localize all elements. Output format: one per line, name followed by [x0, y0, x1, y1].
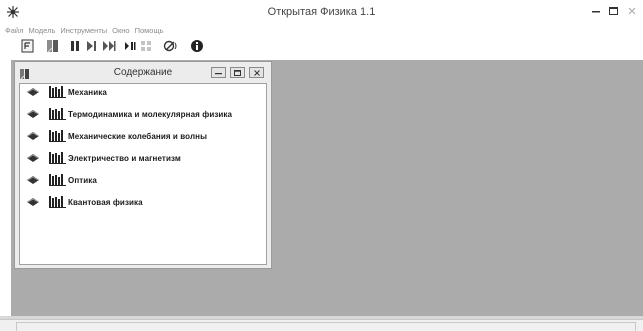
menu-model[interactable]: Модель [28, 24, 55, 38]
menu-window[interactable]: Окно [112, 24, 129, 38]
bookmark-button[interactable] [44, 39, 62, 58]
tree-item-thermodynamics[interactable]: Термодинамика и молекулярная физика [26, 107, 232, 121]
maximize-button[interactable] [604, 2, 622, 20]
play-icon [102, 39, 116, 57]
library-icon [49, 86, 66, 98]
child-restore-button[interactable] [230, 67, 245, 78]
step-forward-icon [124, 39, 136, 57]
grid-button[interactable] [139, 40, 153, 56]
library-icon [49, 196, 66, 208]
tree-item-label: Механика [68, 87, 107, 97]
contents-window-titlebar[interactable]: Содержание [15, 62, 271, 82]
tree-item-label: Механические колебания и волны [68, 131, 208, 141]
toolbar [0, 38, 643, 58]
grid-icon [140, 39, 152, 57]
child-minimize-button[interactable] [211, 67, 226, 78]
tree-item-mechanics[interactable]: Механика [26, 85, 107, 99]
play-button[interactable] [100, 40, 118, 56]
info-icon [190, 39, 204, 58]
bookmark-icon [46, 39, 60, 58]
contents-icon [21, 39, 34, 58]
pause-icon [70, 39, 80, 57]
tree-item-label: Электричество и магнетизм [68, 153, 181, 163]
tree-item-oscillations-waves[interactable]: Механические колебания и волны [26, 129, 207, 143]
step-icon [85, 39, 97, 57]
library-icon [49, 174, 66, 186]
title-bar: Открытая Физика 1.1 [0, 0, 643, 24]
book-icon [26, 86, 40, 98]
audio-button[interactable] [162, 40, 180, 56]
pause-button[interactable] [68, 40, 82, 56]
library-icon [49, 130, 66, 142]
step-button[interactable] [83, 40, 99, 56]
book-icon [26, 108, 40, 120]
step-forward-button[interactable] [123, 40, 137, 56]
menu-help[interactable]: Помощь [135, 24, 164, 38]
menu-bar: Файл Модель Инструменты Окно Помощь [0, 24, 643, 38]
book-icon [26, 130, 40, 142]
tree-item-optics[interactable]: Оптика [26, 173, 97, 187]
status-bar [0, 319, 643, 331]
window-title: Открытая Физика 1.1 [267, 6, 376, 18]
library-icon [49, 108, 66, 120]
menu-file[interactable]: Файл [5, 24, 23, 38]
audio-icon [163, 39, 179, 58]
tree-item-quantum[interactable]: Квантовая физика [26, 195, 143, 209]
close-button[interactable] [622, 2, 642, 20]
contents-window: Содержание Механика Термодинамика и моле… [14, 61, 272, 269]
library-icon [49, 152, 66, 164]
tree-item-electricity-magnetism[interactable]: Электричество и магнетизм [26, 151, 181, 165]
menu-tools[interactable]: Инструменты [60, 24, 107, 38]
tree-item-label: Термодинамика и молекулярная физика [68, 109, 233, 119]
child-close-button[interactable] [249, 67, 264, 78]
book-icon [26, 196, 40, 208]
status-pane [16, 322, 636, 331]
tree-item-label: Оптика [68, 175, 97, 185]
book-icon [26, 174, 40, 186]
tree-item-label: Квантовая физика [68, 197, 143, 207]
contents-tree: Механика Термодинамика и молекулярная фи… [19, 83, 267, 265]
book-icon [26, 152, 40, 164]
contents-button[interactable] [19, 39, 36, 58]
info-button[interactable] [188, 39, 206, 58]
